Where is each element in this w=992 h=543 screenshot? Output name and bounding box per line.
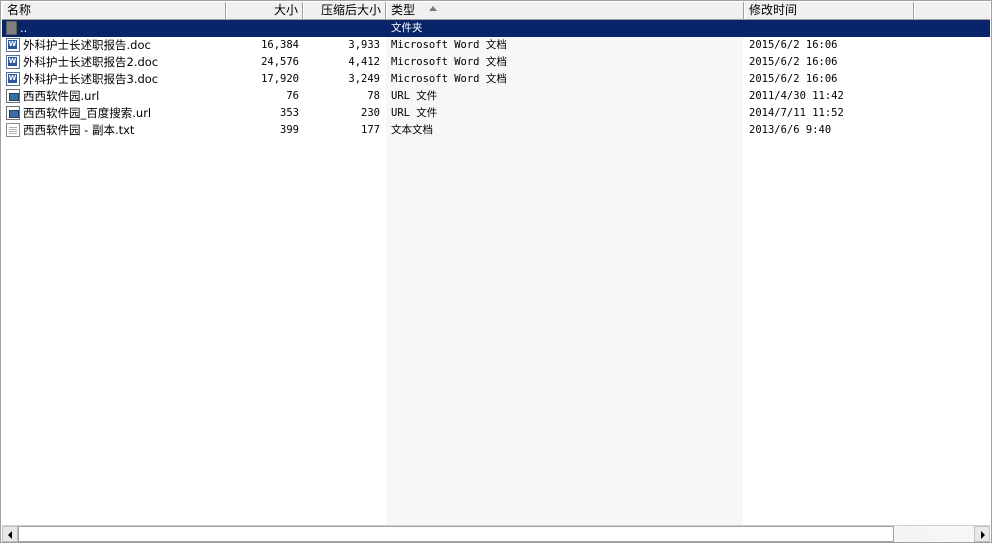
- file-size: 76: [286, 90, 299, 102]
- file-size: 17,920: [261, 73, 299, 85]
- file-rows: .. 文件夹外科护士长述职报告.doc 16,384 3,933 Microsoft W…: [2, 20, 990, 139]
- file-modified-time: 2013/6/6 9:40: [749, 124, 832, 136]
- file-compressed-size: 78: [367, 90, 380, 102]
- column-header-size[interactable]: 大小: [226, 2, 303, 19]
- column-header-bar: 名称 大小 压缩后大小 类型 修改时间: [2, 2, 990, 20]
- word-doc-icon: [6, 55, 20, 69]
- scroll-track[interactable]: [894, 526, 974, 542]
- file-modified-time: 2015/6/2 16:06: [749, 73, 838, 85]
- file-row[interactable]: 西西软件园.url 76 78 URL 文件 2011/4/30 11:42: [2, 88, 990, 105]
- file-type: 文件夹: [391, 22, 423, 34]
- column-name-label: 名称: [7, 3, 32, 17]
- file-compressed-size: 4,412: [348, 56, 380, 68]
- file-name-cell: 外科护士长述职报告.doc: [2, 37, 226, 54]
- file-name: 外科护士长述职报告3.doc: [23, 72, 159, 86]
- file-size: 16,384: [261, 39, 299, 51]
- column-header-compressed-size[interactable]: 压缩后大小: [303, 2, 386, 19]
- file-size: 353: [280, 107, 299, 119]
- column-header-type[interactable]: 类型: [386, 2, 744, 19]
- text-file-icon: [6, 123, 20, 137]
- file-compressed-size: 177: [361, 124, 380, 136]
- file-size: [226, 20, 302, 37]
- scroll-left-button[interactable]: [2, 526, 18, 542]
- file-type: Microsoft Word 文档: [391, 39, 507, 51]
- file-name: 西西软件园 - 副本.txt: [23, 123, 135, 137]
- file-name-cell: ..: [2, 20, 226, 37]
- file-name-cell: 外科护士长述职报告3.doc: [2, 71, 226, 88]
- sort-ascending-icon: [429, 6, 438, 11]
- file-modified-time: [749, 20, 989, 37]
- file-compressed-size: 230: [361, 107, 380, 119]
- file-type: Microsoft Word 文档: [391, 73, 507, 85]
- file-compressed-size: 3,249: [348, 73, 380, 85]
- file-name: ..: [20, 21, 28, 35]
- column-size-label: 大小: [273, 3, 298, 17]
- file-name: 西西软件园.url: [23, 89, 100, 103]
- file-type: URL 文件: [391, 107, 438, 119]
- column-compressed-label: 压缩后大小: [320, 3, 381, 17]
- file-row[interactable]: 外科护士长述职报告.doc 16,384 3,933 Microsoft Word 文…: [2, 37, 990, 54]
- file-row[interactable]: 西西软件园 - 副本.txt 399 177 文本文档 2013/6/6 9:40: [2, 122, 990, 139]
- file-type: URL 文件: [391, 90, 438, 102]
- file-row[interactable]: 西西软件园_百度搜索.url 353 230 URL 文件 2014/7/11 11:5…: [2, 105, 990, 122]
- file-compressed-size: [302, 20, 384, 37]
- file-type: Microsoft Word 文档: [391, 56, 507, 68]
- file-name-cell: 西西软件园.url: [2, 88, 226, 105]
- column-type-label: 类型: [391, 3, 416, 17]
- file-size: 24,576: [261, 56, 299, 68]
- file-compressed-size: 3,933: [348, 39, 380, 51]
- file-row[interactable]: .. 文件夹: [2, 20, 990, 37]
- file-list-view: 名称 大小 压缩后大小 类型 修改时间 .. 文件夹外科护士长述职报告.doc 16…: [0, 0, 992, 543]
- word-doc-icon: [6, 72, 20, 86]
- file-modified-time: 2014/7/11 11:52: [749, 107, 844, 119]
- file-modified-time: 2015/6/2 16:06: [749, 39, 838, 51]
- file-row[interactable]: 外科护士长述职报告3.doc 17,920 3,249 Microsoft Word …: [2, 71, 990, 88]
- file-name-cell: 外科护士长述职报告2.doc: [2, 54, 226, 71]
- horizontal-scrollbar[interactable]: [2, 525, 990, 542]
- file-name-cell: 西西软件园_百度搜索.url: [2, 105, 226, 122]
- file-modified-time: 2011/4/30 11:42: [749, 90, 844, 102]
- column-header-name[interactable]: 名称: [2, 2, 226, 19]
- file-name: 外科护士长述职报告2.doc: [23, 55, 159, 69]
- scroll-thumb[interactable]: [18, 526, 894, 542]
- word-doc-icon: [6, 38, 20, 52]
- url-file-icon: [6, 89, 20, 103]
- column-header-modified[interactable]: 修改时间: [744, 2, 914, 19]
- url-file-icon: [6, 106, 20, 120]
- file-modified-time: 2015/6/2 16:06: [749, 56, 838, 68]
- file-name: 西西软件园_百度搜索.url: [23, 106, 152, 120]
- column-modified-label: 修改时间: [749, 3, 798, 17]
- file-row[interactable]: 外科护士长述职报告2.doc 24,576 4,412 Microsoft Word …: [2, 54, 990, 71]
- scroll-right-button[interactable]: [974, 526, 990, 542]
- file-name-cell: 西西软件园 - 副本.txt: [2, 122, 226, 139]
- column-header-filler: [914, 2, 990, 19]
- folder-up-icon: [6, 21, 17, 35]
- file-size: 399: [280, 124, 299, 136]
- file-type: 文本文档: [391, 124, 433, 136]
- file-name: 外科护士长述职报告.doc: [23, 38, 151, 52]
